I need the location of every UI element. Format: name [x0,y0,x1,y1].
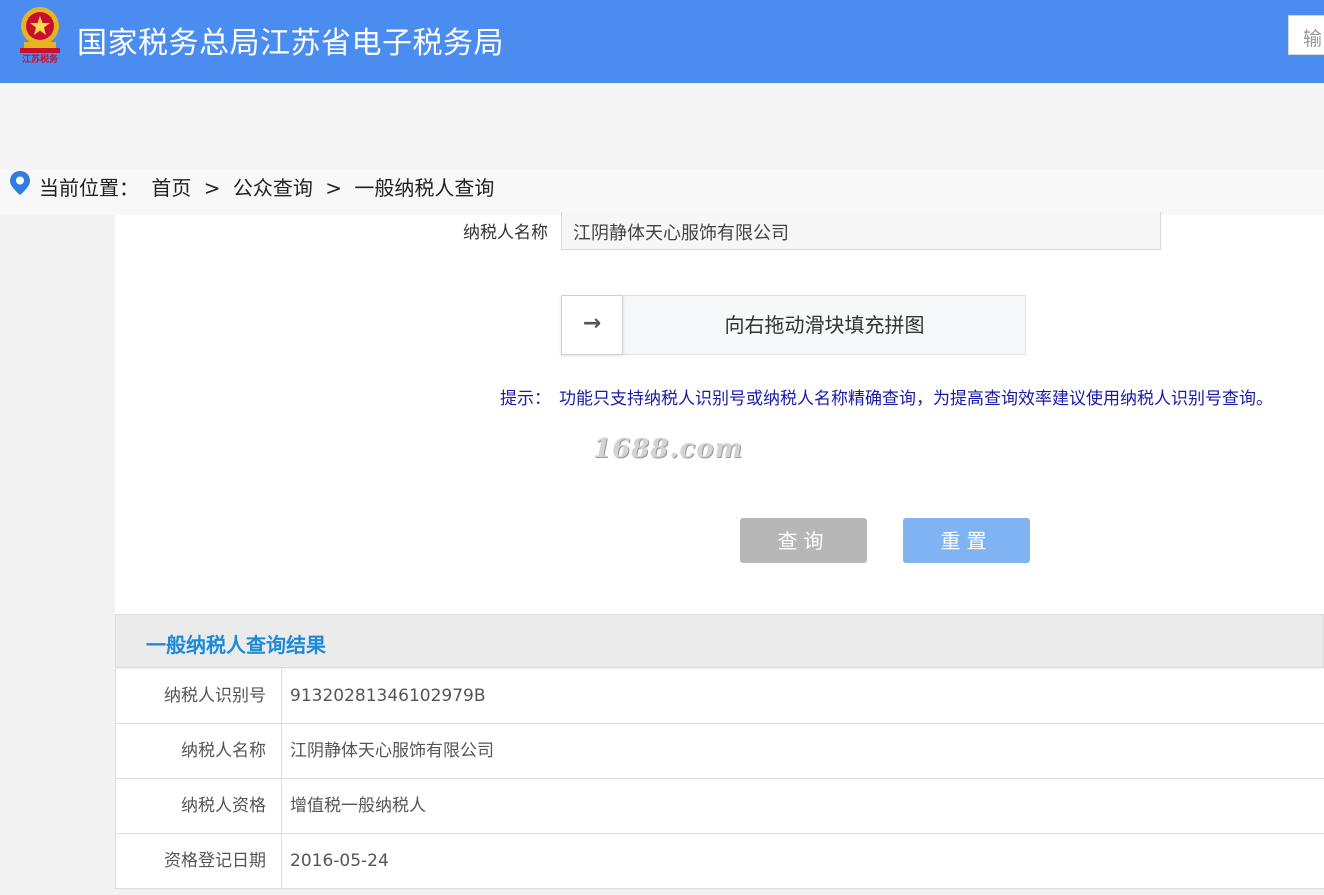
banner-strip [0,83,1324,169]
logo-caption: 江苏税务 [21,55,58,65]
row-value: 91320281346102979B [290,686,486,706]
search-input[interactable]: 输 [1288,15,1324,55]
result-title: 一般纳税人查询结果 [146,633,326,657]
breadcrumb-separator: > [325,176,342,200]
top-header: 江苏税务 国家税务总局江苏省电子税务局 输 [0,0,1324,83]
tip-text: 功能只支持纳税人识别号或纳税人名称精确查询，为提高查询效率建议使用纳税人识别号查… [559,389,1273,409]
location-pin-icon [10,171,30,195]
reset-button[interactable]: 重置 [903,518,1030,563]
row-key: 纳税人资格 [116,779,282,833]
row-key: 纳税人名称 [116,724,282,778]
row-value: 江阴静体天心服饰有限公司 [290,741,494,761]
table-row: 纳税人名称 江阴静体天心服饰有限公司 [115,724,1324,779]
query-button[interactable]: 查询 [740,518,867,563]
watermark-text: 1688.com [593,434,744,464]
row-value: 增值税一般纳税人 [290,796,426,816]
breadcrumb-trail: 当前位置： 首页 > 公众查询 > 一般纳税人查询 [39,172,500,201]
query-panel [115,215,1324,614]
table-row: 资格登记日期 2016-05-24 [115,834,1324,889]
slider-captcha-handle[interactable]: → [561,295,623,355]
row-key: 资格登记日期 [116,834,282,888]
query-tip: 提示： 功能只支持纳税人识别号或纳税人名称精确查询，为提高查询效率建议使用纳税人识… [500,384,1281,409]
breadcrumb-current-page: 一般纳税人查询 [354,176,495,200]
taxpayer-name-label: 纳税人名称 [463,223,548,243]
table-row: 纳税人资格 增值税一般纳税人 [115,779,1324,834]
slider-captcha-hint: 向右拖动滑块填充拼图 [724,313,925,337]
taxpayer-name-input[interactable]: 江阴静体天心服饰有限公司 [561,212,1161,250]
breadcrumb: 当前位置： 首页 > 公众查询 > 一般纳税人查询 [0,169,1324,215]
breadcrumb-home-link[interactable]: 首页 [151,176,191,200]
breadcrumb-separator: > [203,176,221,200]
tip-label: 提示： [500,389,551,409]
result-header: 一般纳税人查询结果 [115,614,1324,668]
table-row: 纳税人识别号 91320281346102979B [115,669,1324,724]
breadcrumb-label: 当前位置： [39,176,139,200]
breadcrumb-public-query-link[interactable]: 公众查询 [233,176,313,200]
row-value: 2016-05-24 [290,851,389,871]
site-title: 国家税务总局江苏省电子税务局 [77,26,504,61]
row-key: 纳税人识别号 [116,669,282,723]
